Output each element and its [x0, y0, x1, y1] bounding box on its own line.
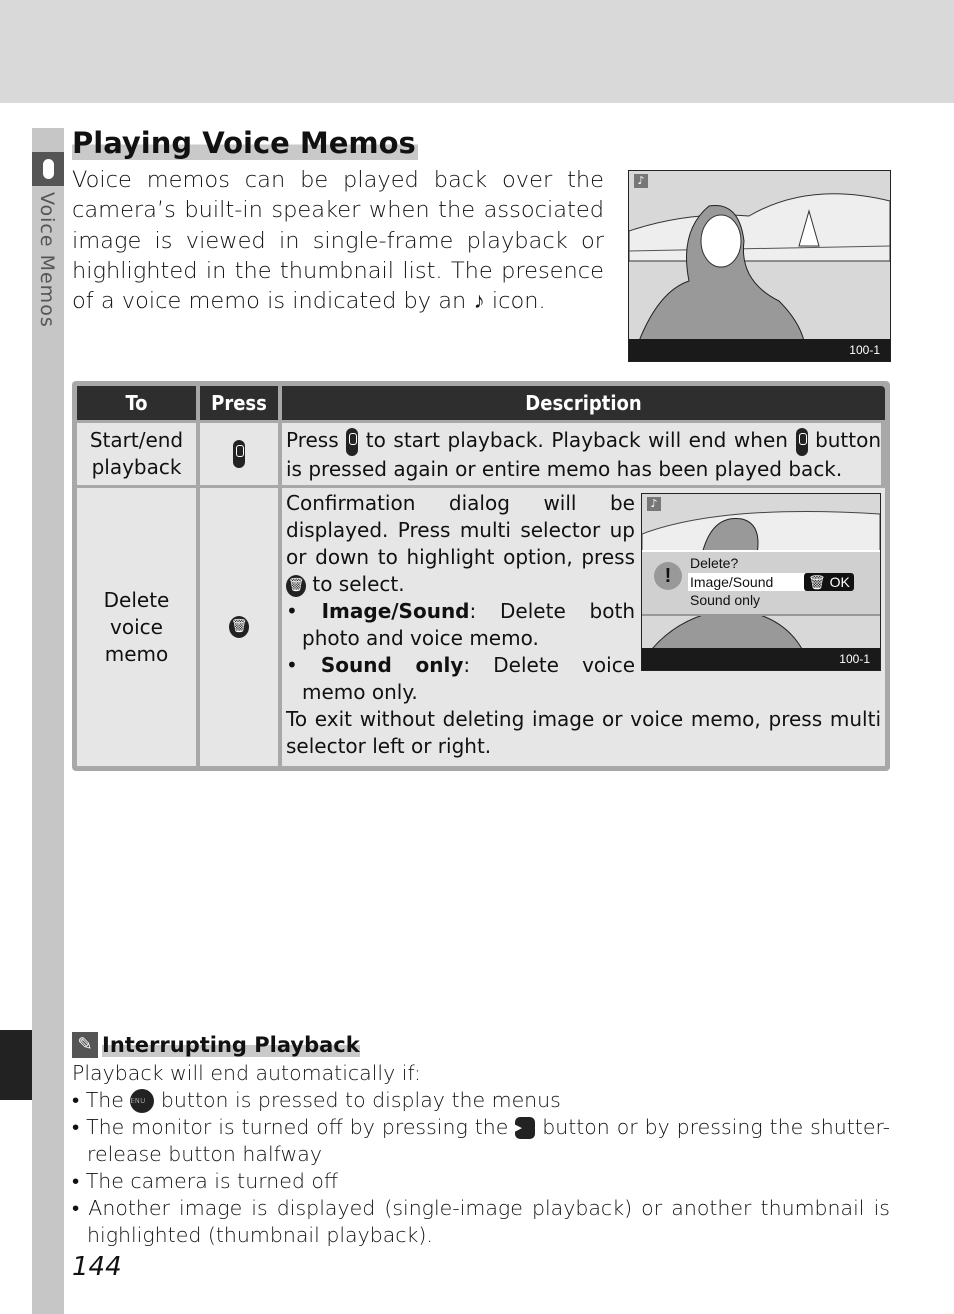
row1-to: Start/end playback	[77, 423, 196, 485]
section-tab-label: Voice Memos	[36, 192, 58, 328]
page-number: 144	[72, 1252, 122, 1282]
header-description: Description	[282, 386, 885, 420]
dialog-title: Delete?	[690, 555, 739, 571]
pencil-icon: ✎	[72, 1032, 98, 1058]
note-title: Interrupting Playback	[102, 1033, 360, 1057]
intro-paragraph: Voice memos can be played back over the …	[72, 165, 604, 316]
text: The camera is turned off	[85, 1169, 339, 1193]
dialog-option-sound-only[interactable]: Sound only	[690, 591, 760, 609]
list-item: • The MENU button is pressed to display …	[72, 1088, 561, 1113]
menu-button-icon: MENU	[124, 1089, 155, 1113]
list-item: • The monitor is turned off by pressing …	[72, 1115, 890, 1166]
row2-outro: To exit without deleting image or voice …	[286, 707, 881, 758]
note-intro: Playback will end automatically if:	[72, 1061, 421, 1085]
text: Another image is displayed (single-image…	[87, 1196, 890, 1247]
text: The monitor is turned off by pressing th…	[86, 1115, 509, 1139]
note-heading: ✎ Interrupting Playback	[72, 1032, 360, 1058]
row1-description: Press to start playback. Playback will e…	[282, 423, 881, 485]
row2-press: 🗑	[200, 488, 278, 766]
row1-press	[200, 423, 278, 485]
microphone-button-icon	[346, 427, 359, 456]
header-press: Press	[200, 386, 278, 420]
microphone-button-icon	[795, 427, 808, 456]
playback-screen-image: ♪ 100-1	[628, 170, 891, 362]
page-title: Playing Voice Memos	[72, 126, 418, 160]
dialog-option-image-sound[interactable]: Image/Sound	[688, 573, 805, 591]
option-name: Sound only	[320, 653, 464, 677]
ok-label: OK	[829, 574, 850, 590]
microphone-button-icon	[233, 440, 245, 468]
delete-dialog: ! Delete? Image/Sound 🗑 OK Sound only	[642, 550, 880, 616]
list-item: • Another image is displayed (single-ima…	[72, 1196, 890, 1247]
text: Press	[286, 428, 339, 452]
header-to: To	[77, 386, 196, 420]
voice-memo-note-icon: ♪	[473, 288, 485, 315]
row2-description: ♪ ! Delete? Image/Sound 🗑 OK Sound only …	[282, 488, 885, 766]
delete-dialog-screen: ♪ ! Delete? Image/Sound 🗑 OK Sound only …	[641, 493, 881, 671]
header-band	[0, 0, 954, 103]
text: to select.	[312, 572, 405, 596]
row2-to: Delete voice memo	[77, 488, 196, 766]
trash-button-icon: 🗑	[229, 616, 249, 638]
text: Confirmation dialog will be displayed. P…	[286, 491, 635, 569]
intro-end: icon.	[491, 288, 546, 315]
warning-icon: !	[654, 562, 682, 590]
trash-icon: 🗑	[808, 574, 830, 590]
trash-button-icon: 🗑	[286, 574, 306, 597]
frame-number: 100-1	[629, 339, 890, 361]
list-item: • The camera is turned off	[72, 1169, 339, 1193]
frame-number: 100-1	[642, 648, 880, 670]
text: button is pressed to display the menus	[160, 1088, 561, 1112]
ok-button[interactable]: 🗑 OK	[804, 573, 854, 591]
microphone-icon	[32, 152, 64, 186]
option-name: Image/Sound	[321, 599, 470, 623]
controls-table: To Press Description Start/end playback …	[72, 381, 890, 771]
text: to start playback. Playback will end whe…	[365, 428, 788, 452]
voice-memo-note-icon: ♪	[634, 174, 648, 188]
text: The	[85, 1088, 124, 1112]
page-marker	[0, 1030, 32, 1100]
note-body: Playback will end automatically if: • Th…	[72, 1060, 890, 1249]
voice-memo-note-icon: ♪	[647, 497, 661, 511]
playback-button-icon: ▶	[514, 1117, 536, 1139]
